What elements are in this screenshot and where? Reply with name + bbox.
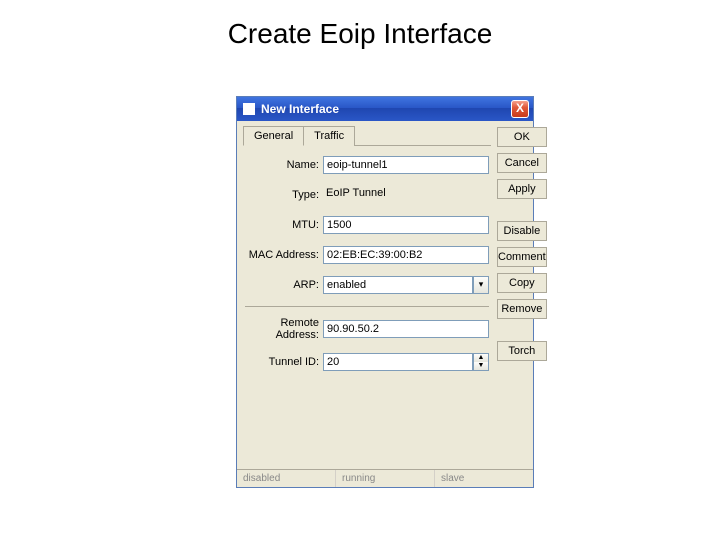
cancel-button[interactable]: Cancel: [497, 153, 547, 173]
label-arp: ARP:: [245, 279, 323, 291]
mac-field[interactable]: [323, 246, 489, 264]
close-button[interactable]: X: [511, 100, 529, 118]
copy-button[interactable]: Copy: [497, 273, 547, 293]
tab-general[interactable]: General: [243, 126, 304, 146]
dialog-new-interface: New Interface X General Traffic Name: Ty…: [236, 96, 534, 488]
separator: [245, 306, 489, 307]
chevron-down-icon[interactable]: ▾: [473, 276, 489, 294]
status-running: running: [336, 470, 435, 487]
apply-button[interactable]: Apply: [497, 179, 547, 199]
label-name: Name:: [245, 159, 323, 171]
page-title: Create Eoip Interface: [0, 0, 720, 50]
window-title: New Interface: [261, 102, 511, 116]
status-slave: slave: [435, 470, 533, 487]
titlebar[interactable]: New Interface X: [237, 97, 533, 121]
tabstrip: General Traffic: [243, 125, 491, 146]
ok-button[interactable]: OK: [497, 127, 547, 147]
label-remote: Remote Address:: [245, 317, 323, 341]
statusbar: disabled running slave: [237, 469, 533, 487]
stepper-down-icon[interactable]: ▼: [474, 362, 488, 370]
disable-button[interactable]: Disable: [497, 221, 547, 241]
tunnelid-field[interactable]: [323, 353, 473, 371]
label-mac: MAC Address:: [245, 249, 323, 261]
type-value: EoIP Tunnel: [323, 186, 489, 204]
comment-button[interactable]: Comment: [497, 247, 547, 267]
remove-button[interactable]: Remove: [497, 299, 547, 319]
label-type: Type:: [245, 189, 323, 201]
tab-traffic[interactable]: Traffic: [303, 126, 355, 146]
app-icon: [243, 103, 255, 115]
name-field[interactable]: [323, 156, 489, 174]
stepper-up-icon[interactable]: ▲: [474, 354, 488, 362]
torch-button[interactable]: Torch: [497, 341, 547, 361]
remote-address-field[interactable]: [323, 320, 489, 338]
mtu-field[interactable]: [323, 216, 489, 234]
tunnelid-stepper[interactable]: ▲ ▼: [323, 353, 489, 371]
label-mtu: MTU:: [245, 219, 323, 231]
arp-field[interactable]: [323, 276, 473, 294]
status-disabled: disabled: [237, 470, 336, 487]
arp-combo[interactable]: ▾: [323, 276, 489, 294]
label-tunnelid: Tunnel ID:: [245, 356, 323, 368]
